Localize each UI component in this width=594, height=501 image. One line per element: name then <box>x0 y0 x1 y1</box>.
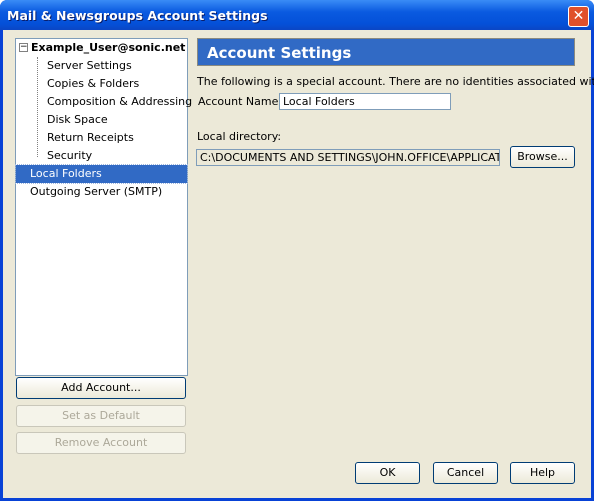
remove-account-button[interactable]: Remove Account <box>16 432 186 454</box>
tree-item-return-receipts[interactable]: Return Receipts <box>16 129 187 147</box>
local-directory-label: Local directory: <box>197 130 282 143</box>
collapse-icon[interactable]: − <box>19 43 28 52</box>
close-button[interactable]: ✕ <box>568 6 589 27</box>
tree-item-disk-space[interactable]: Disk Space <box>16 111 187 129</box>
dialog-body: − Example_User@sonic.net Server Settings… <box>3 30 594 498</box>
tree-item-local-folders[interactable]: Local Folders <box>15 164 188 184</box>
account-name-label: Account Name: <box>198 95 283 108</box>
account-label: Example_User@sonic.net <box>31 41 186 54</box>
window-title: Mail & Newsgroups Account Settings <box>7 8 268 23</box>
close-icon: ✕ <box>572 8 585 24</box>
tree-item-outgoing-server[interactable]: Outgoing Server (SMTP) <box>16 183 187 201</box>
ok-button[interactable]: OK <box>355 462 420 484</box>
set-as-default-button[interactable]: Set as Default <box>16 405 186 427</box>
browse-button[interactable]: Browse... <box>510 146 575 168</box>
title-bar[interactable]: Mail & Newsgroups Account Settings ✕ <box>0 0 594 30</box>
panel-header: Account Settings <box>197 38 575 66</box>
tree-item-account[interactable]: − Example_User@sonic.net <box>16 39 187 57</box>
tree-item-copies-folders[interactable]: Copies & Folders <box>16 75 187 93</box>
tree-item-composition[interactable]: Composition & Addressing <box>16 93 192 111</box>
tree-item-server-settings[interactable]: Server Settings <box>16 57 187 75</box>
special-account-note: The following is a special account. Ther… <box>197 75 594 88</box>
account-name-input[interactable]: Local Folders <box>279 93 451 110</box>
dialog-window: Mail & Newsgroups Account Settings ✕ − E… <box>0 0 594 501</box>
local-directory-input[interactable]: C:\DOCUMENTS AND SETTINGS\JOHN.OFFICE\AP… <box>196 149 500 166</box>
help-button[interactable]: Help <box>510 462 575 484</box>
account-tree[interactable]: − Example_User@sonic.net Server Settings… <box>15 38 192 376</box>
cancel-button[interactable]: Cancel <box>433 462 498 484</box>
tree-item-security[interactable]: Security <box>16 147 187 165</box>
add-account-button[interactable]: Add Account... <box>16 377 186 399</box>
